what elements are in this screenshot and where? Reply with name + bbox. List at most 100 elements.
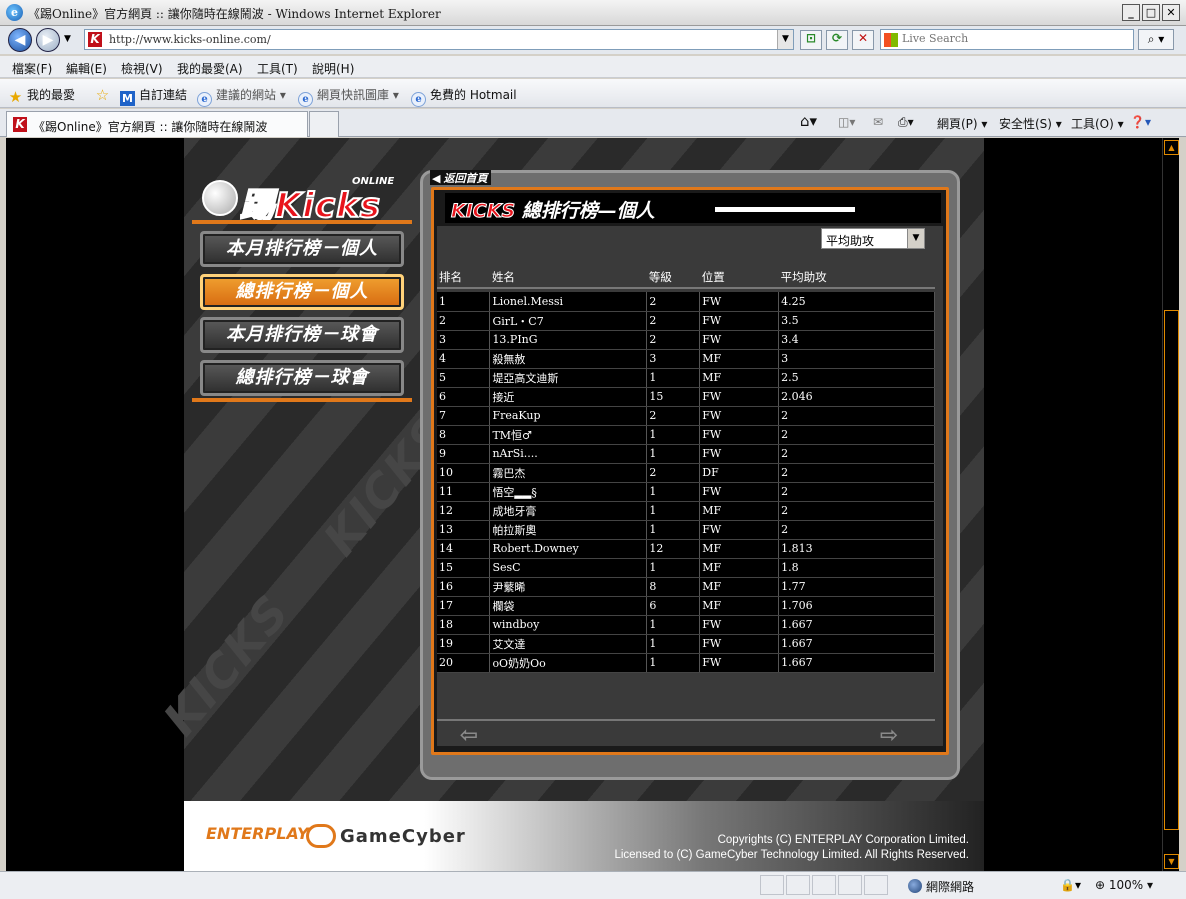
level-cell: 1 <box>646 634 701 654</box>
forward-button[interactable]: ▶ <box>36 28 60 52</box>
rank-cell: 1 <box>437 292 491 312</box>
scroll-up-icon[interactable]: ▲ <box>1164 140 1179 155</box>
player-name-cell: 殺無赦 <box>489 349 648 369</box>
address-dropdown-icon[interactable]: ▼ <box>777 30 793 49</box>
chevron-down-icon[interactable]: ▼ <box>907 229 924 248</box>
minimize-button[interactable]: _ <box>1122 4 1140 21</box>
menu-help[interactable]: 說明(H) <box>312 60 354 77</box>
add-favorite-icon: ☆ <box>95 86 110 104</box>
home-icon[interactable]: ⌂▾ <box>800 112 817 130</box>
help-icon[interactable]: ❓▾ <box>1130 115 1151 129</box>
nav-overall-individual[interactable]: 總排行榜－個人 <box>200 274 404 310</box>
maximize-button[interactable]: □ <box>1142 4 1160 21</box>
feeds-icon[interactable]: ◫▾ <box>838 115 855 129</box>
scroll-thumb[interactable] <box>1164 310 1179 830</box>
fav-link-custom[interactable]: M 自訂連結 <box>120 86 187 106</box>
player-name-cell: Lionel.Messi <box>489 292 648 312</box>
col-level-header: 等級 <box>646 266 700 289</box>
nav-monthly-club[interactable]: 本月排行榜－球會 <box>200 317 404 353</box>
fav-link-webslice[interactable]: e 網頁快訊圖庫 ▾ <box>298 86 399 107</box>
table-row: 5 堤亞高文迪斯 1 MF 2.5 <box>437 368 935 388</box>
menu-favorites[interactable]: 我的最愛(A) <box>177 60 243 77</box>
player-name-cell: 尹蘩晞 <box>489 577 648 597</box>
history-dropdown-icon[interactable]: ▼ <box>64 34 71 44</box>
safety-menu[interactable]: 安全性(S) ▾ <box>999 115 1062 132</box>
back-to-home-link[interactable]: ◀ 返回首頁 <box>430 170 492 185</box>
table-row: 4 殺無赦 3 MF 3 <box>437 349 935 369</box>
security-zone[interactable]: 網際網路 <box>908 878 974 895</box>
position-cell: FW <box>699 520 780 540</box>
nav-monthly-individual[interactable]: 本月排行榜－個人 <box>200 231 404 267</box>
page-scrollbar[interactable]: ▲ ▼ <box>1162 138 1179 871</box>
tools-menu[interactable]: 工具(O) ▾ <box>1071 115 1124 132</box>
close-window-button[interactable]: ✕ <box>1162 4 1180 21</box>
mail-icon[interactable]: ✉ <box>873 115 883 129</box>
menu-file[interactable]: 檔案(F) <box>12 60 52 77</box>
search-button[interactable]: ⌕ ▾ <box>1138 29 1174 50</box>
security-zone-label: 網際網路 <box>926 880 975 894</box>
refresh-button[interactable]: ⟳ <box>826 30 848 50</box>
position-cell: MF <box>699 349 780 369</box>
rank-cell: 3 <box>437 330 491 350</box>
level-cell: 1 <box>646 615 701 635</box>
zoom-value: 100% <box>1108 878 1144 892</box>
scroll-down-icon[interactable]: ▼ <box>1164 854 1179 869</box>
menu-edit[interactable]: 編輯(E) <box>66 60 107 77</box>
rank-cell: 4 <box>437 349 491 369</box>
print-icon[interactable]: ⎙▾ <box>898 115 914 130</box>
position-cell: FW <box>699 482 780 502</box>
prev-page-arrow-icon[interactable]: ⇦ <box>457 725 481 747</box>
position-cell: FW <box>699 653 780 673</box>
rank-cell: 18 <box>437 615 491 635</box>
back-button[interactable]: ◀ <box>8 28 32 52</box>
fav-link-hotmail[interactable]: e 免費的 Hotmail <box>411 86 517 107</box>
nav-overall-club[interactable]: 總排行榜－球會 <box>200 360 404 396</box>
address-url[interactable]: http://www.kicks-online.com/ <box>109 33 271 46</box>
level-cell: 6 <box>646 596 701 616</box>
menu-view[interactable]: 檢視(V) <box>121 60 163 77</box>
next-page-arrow-icon[interactable]: ⇨ <box>877 725 901 747</box>
col-position-header: 位置 <box>699 266 779 289</box>
page-menu[interactable]: 網頁(P) ▾ <box>937 115 987 132</box>
fav-link-suggested[interactable]: e 建議的網站 ▾ <box>197 86 286 107</box>
add-favorite-button[interactable]: ☆ <box>95 86 114 103</box>
avg-assists-cell: 2 <box>778 425 935 445</box>
menu-tools[interactable]: 工具(T) <box>257 60 298 77</box>
level-cell: 1 <box>646 425 701 445</box>
avg-assists-cell: 1.706 <box>778 596 935 616</box>
level-cell: 15 <box>646 387 701 407</box>
protected-mode-icon[interactable]: 🔒▾ <box>1060 878 1081 892</box>
level-cell: 1 <box>646 558 701 578</box>
player-name-cell: 艾文達 <box>489 634 648 654</box>
position-cell: DF <box>699 463 780 483</box>
back-arrow-icon: ◀ <box>432 172 441 185</box>
rank-cell: 19 <box>437 634 491 654</box>
address-bar[interactable]: K http://www.kicks-online.com/ ▼ <box>84 29 794 50</box>
gamecyber-logo: GameCyber <box>306 824 466 848</box>
zoom-level[interactable]: ⊕ 100% ▾ <box>1095 878 1153 892</box>
search-box[interactable] <box>880 29 1134 50</box>
site-body: KICKS KICKS KICKS KICKS 踢Kicks ONLINE 本月… <box>153 138 984 801</box>
copyright-line-2: Licensed to (C) GameCyber Technology Lim… <box>614 849 969 861</box>
position-cell: MF <box>699 596 780 616</box>
favorites-button[interactable]: ★ 我的最愛 <box>8 86 75 105</box>
status-bar: 網際網路 🔒▾ ⊕ 100% ▾ <box>0 871 1186 899</box>
tab-active[interactable]: K 《踢Online》官方網頁 :: 讓你隨時在線鬧波 <box>6 111 308 137</box>
compat-view-button[interactable]: ⊡ <box>800 30 822 50</box>
rank-cell: 12 <box>437 501 491 521</box>
status-segment <box>786 875 810 895</box>
menu-bar: 檔案(F) 編輯(E) 檢視(V) 我的最愛(A) 工具(T) 說明(H) <box>0 56 1186 78</box>
msn-icon: M <box>120 91 135 106</box>
search-input[interactable] <box>902 32 1127 45</box>
sort-select[interactable]: 平均助攻 ▼ <box>821 228 925 249</box>
address-toolbar: ◀ ▶ ▼ K http://www.kicks-online.com/ ▼ ⊡… <box>0 26 1186 54</box>
status-segment <box>838 875 862 895</box>
new-tab-button[interactable] <box>309 111 339 137</box>
avg-assists-cell: 2 <box>778 463 935 483</box>
gamecyber-logo-text: GameCyber <box>340 826 466 847</box>
ie-page-icon: e <box>298 92 313 107</box>
gamecyber-mark-icon <box>306 824 336 848</box>
stop-button[interactable]: ✕ <box>852 30 874 50</box>
site-logo[interactable]: 踢Kicks ONLINE <box>202 176 407 227</box>
rank-cell: 17 <box>437 596 491 616</box>
